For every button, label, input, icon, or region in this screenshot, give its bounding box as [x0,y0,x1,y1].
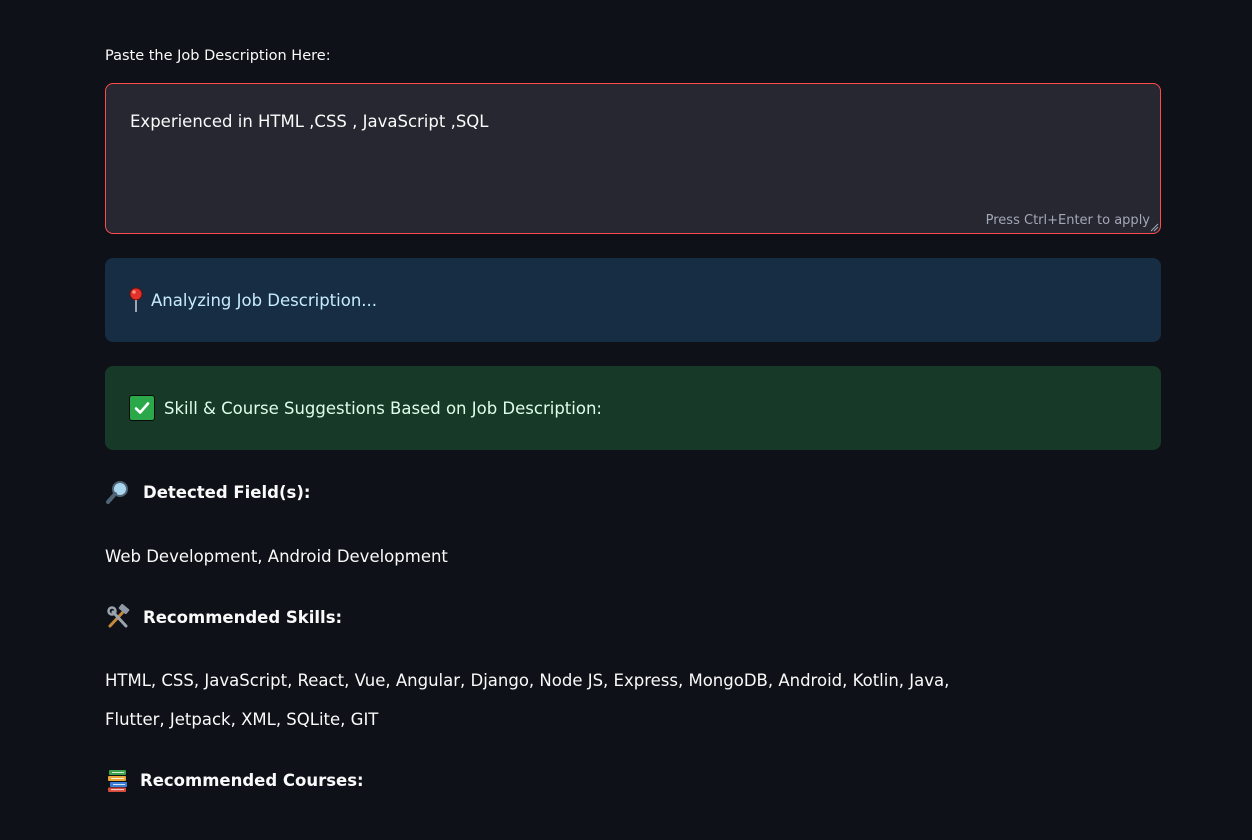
success-alert-text: Skill & Course Suggestions Based on Job … [164,398,602,418]
resize-handle-icon[interactable] [1149,222,1159,232]
job-description-label: Paste the Job Description Here: [105,48,331,64]
recommended-skills-value: HTML, CSS, JavaScript, React, Vue, Angul… [105,661,949,739]
pushpin-icon [129,287,143,312]
skills-line-2: Flutter, Jetpack, XML, SQLite, GIT [105,710,379,729]
detected-fields-heading-text: Detected Field(s): [143,482,311,502]
apply-hint: Press Ctrl+Enter to apply [985,213,1150,228]
magnifier-icon [106,481,128,504]
detected-fields-heading: Detected Field(s): [105,479,310,505]
detected-fields-value: Web Development, Android Development [105,547,448,566]
success-alert: Skill & Course Suggestions Based on Job … [105,366,1161,450]
info-alert-text: Analyzing Job Description... [151,290,378,310]
books-icon [108,770,127,792]
job-description-value[interactable]: Experienced in HTML ,CSS , JavaScript ,S… [130,112,488,131]
job-description-textarea[interactable]: Experienced in HTML ,CSS , JavaScript ,S… [105,83,1161,234]
recommended-skills-heading-text: Recommended Skills: [143,607,343,627]
skills-line-1: HTML, CSS, JavaScript, React, Vue, Angul… [105,671,950,690]
recommended-courses-heading: Recommended Courses: [105,767,364,793]
recommended-skills-heading: Recommended Skills: [105,604,342,630]
recommended-courses-heading-text: Recommended Courses: [140,770,364,790]
check-box-icon [129,395,155,421]
hammer-wrench-icon [107,604,130,628]
info-alert: Analyzing Job Description... [105,258,1161,342]
